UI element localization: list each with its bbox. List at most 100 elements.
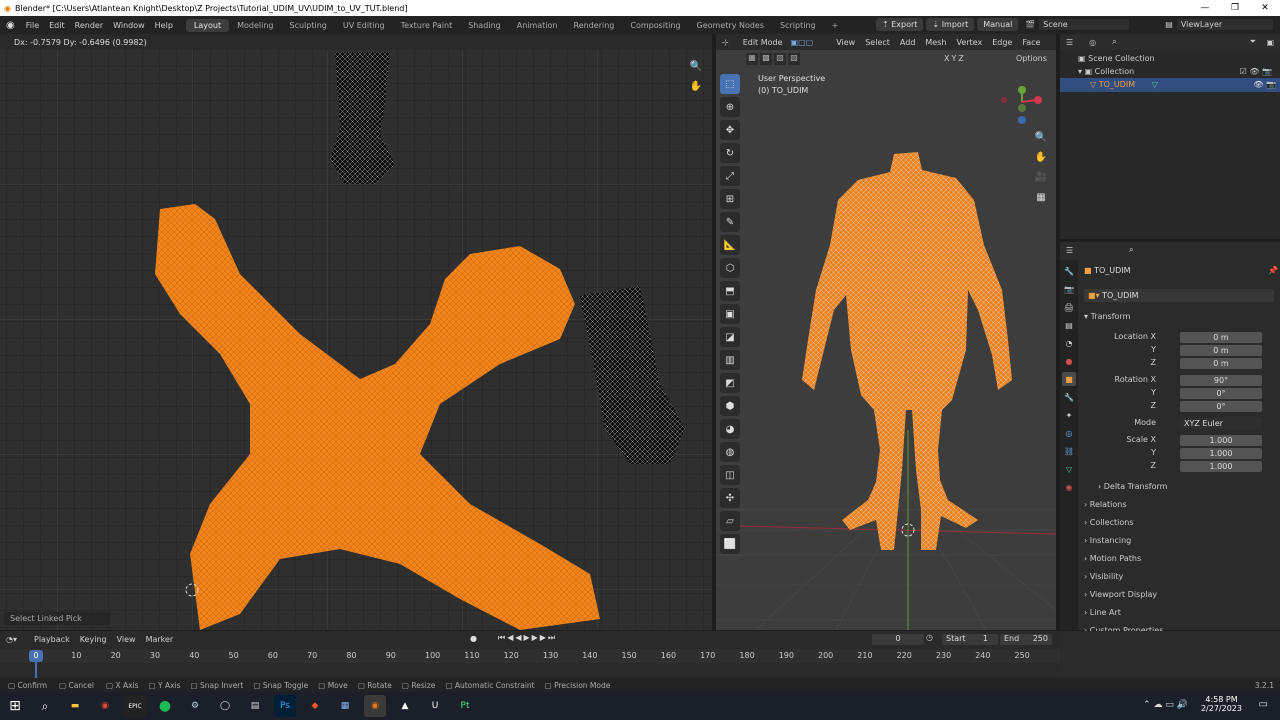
transform-pivot-icons[interactable]: ▦ ▩ ▨ ▧ — [746, 53, 800, 65]
brave-icon[interactable]: ◆ — [304, 695, 326, 717]
render-tab-icon[interactable]: 📷 — [1062, 282, 1076, 296]
playhead[interactable]: 0 — [29, 650, 43, 662]
tab-compositing[interactable]: Compositing — [622, 19, 688, 32]
frame-ruler[interactable]: 0 10 20 30 40 50 60 70 80 90 100 110 120 130 140 150 160… — [0, 649, 1060, 663]
tab-rendering[interactable]: Rendering — [566, 19, 623, 32]
clock[interactable]: 4:58 PM 2/27/2023 — [1201, 695, 1242, 713]
spin-tool-icon[interactable]: ◕ — [720, 419, 740, 439]
select-mode-icons[interactable]: ▣▢▢ — [791, 38, 814, 47]
visibility-eye-icon[interactable]: ☑ 👁 📷 — [1240, 67, 1272, 76]
delta-transform-panel[interactable]: › Delta Transform — [1098, 482, 1167, 491]
unreal-icon[interactable]: U — [424, 695, 446, 717]
view-layer-tab-icon[interactable]: ▤ — [1062, 318, 1076, 332]
world-tab-icon[interactable]: ● — [1062, 354, 1076, 368]
filter-icon[interactable]: ⏷ — [1250, 37, 1256, 47]
rotation-y-field[interactable]: 0° — [1180, 388, 1262, 399]
location-y-field[interactable]: 0 m — [1180, 345, 1262, 356]
viewport-display-panel[interactable]: › Viewport Display — [1084, 590, 1157, 599]
poly-build-tool-icon[interactable]: ⬢ — [720, 396, 740, 416]
search-icon[interactable]: ⌕ — [1112, 37, 1116, 47]
windows-icon[interactable]: ⊞ — [4, 695, 26, 717]
object-visibility-icon[interactable]: 👁 📷 — [1253, 78, 1276, 92]
tab-modeling[interactable]: Modeling — [229, 19, 281, 32]
end-frame-field[interactable]: End 250 — [1000, 634, 1052, 645]
file-explorer-icon[interactable]: ▬ — [64, 695, 86, 717]
scale-tool-icon[interactable]: ⤢ — [720, 166, 740, 186]
uv-editor[interactable]: Dx: -0.7579 Dy: -0.6496 (0.9982) 🔍 ✋ Sel… — [0, 34, 712, 630]
mode-dropdown[interactable]: Edit Mode — [735, 38, 791, 47]
tab-sculpting[interactable]: Sculpting — [282, 19, 335, 32]
add-cube-tool-icon[interactable]: ⬡ — [720, 258, 740, 278]
pin-icon[interactable]: 📌 — [1268, 266, 1278, 275]
steam-icon[interactable]: ⚙ — [184, 695, 206, 717]
tab-layout[interactable]: Layout — [185, 18, 230, 32]
playback-controls[interactable]: ⏮◀◀▶▶▶⏭ — [498, 633, 557, 643]
tool-tab-icon[interactable]: 🔧 — [1062, 264, 1076, 278]
epic-icon[interactable]: EPIC — [124, 695, 146, 717]
current-frame-field[interactable]: 0 — [872, 634, 924, 645]
options-dropdown[interactable]: Options — [1016, 54, 1047, 63]
search-icon[interactable]: ⌕ — [34, 695, 56, 717]
photoshop-icon[interactable]: Ps — [274, 695, 296, 717]
start-frame-field[interactable]: Start 1 — [942, 634, 998, 645]
menu-edit[interactable]: Edit — [44, 21, 70, 30]
chrome-icon[interactable]: ◉ — [94, 695, 116, 717]
instancing-panel[interactable]: › Instancing — [1084, 536, 1131, 545]
props-search-icon[interactable]: ⌕ — [1129, 245, 1133, 255]
rotation-x-field[interactable]: 90° — [1180, 375, 1262, 386]
location-x-field[interactable]: 0 m — [1180, 332, 1262, 343]
transform-tool-icon[interactable]: ⊞ — [720, 189, 740, 209]
rip-tool-icon[interactable]: ⬜ — [720, 534, 740, 554]
vp-menu-edge[interactable]: Edge — [987, 38, 1017, 47]
scale-x-field[interactable]: 1.000 — [1180, 435, 1262, 446]
timeline-menu-marker[interactable]: Marker — [141, 635, 179, 644]
scene-tab-icon[interactable]: ◔ — [1062, 336, 1076, 350]
spotify-icon[interactable]: ● — [154, 695, 176, 717]
scene-name[interactable]: Scene — [1039, 19, 1130, 30]
cursor-tool-icon[interactable]: ⊕ — [720, 97, 740, 117]
material-tab-icon[interactable]: ◉ — [1062, 480, 1076, 494]
loop-cut-tool-icon[interactable]: ▥ — [720, 350, 740, 370]
navigation-gizmo[interactable] — [996, 84, 1046, 134]
timeline-menu-playback[interactable]: Playback — [29, 635, 75, 644]
constraints-tab-icon[interactable]: ⛓ — [1062, 444, 1076, 458]
select-box-tool-icon[interactable]: ⬚ — [720, 74, 740, 94]
particles-tab-icon[interactable]: ✦ — [1062, 408, 1076, 422]
rotation-mode-dropdown[interactable]: XYZ Euler — [1180, 418, 1262, 429]
calculator-icon[interactable]: ▦ — [334, 695, 356, 717]
vp-menu-vertex[interactable]: Vertex — [951, 38, 987, 47]
ortho-grid-icon[interactable]: ▦ — [1034, 190, 1048, 204]
add-workspace-button[interactable]: + — [824, 19, 847, 32]
rotate-tool-icon[interactable]: ↻ — [720, 143, 740, 163]
hand-pan-icon[interactable]: ✋ — [689, 79, 703, 93]
knife-tool-icon[interactable]: ◩ — [720, 373, 740, 393]
location-z-field[interactable]: 0 m — [1180, 358, 1262, 369]
shrink-tool-icon[interactable]: ✣ — [720, 488, 740, 508]
collections-panel[interactable]: › Collections — [1084, 518, 1134, 527]
modifier-tab-icon[interactable]: 🔧 — [1062, 390, 1076, 404]
display-mode-icon[interactable]: ◎ — [1089, 38, 1096, 47]
zoom-icon[interactable]: 🔍 — [1034, 130, 1048, 144]
scale-y-field[interactable]: 1.000 — [1180, 448, 1262, 459]
data-tab-icon[interactable]: ▽ — [1062, 462, 1076, 476]
viewlayer-name[interactable]: ViewLayer — [1176, 19, 1273, 30]
properties-editor-icon[interactable]: ☰ — [1066, 246, 1073, 255]
rotation-z-field[interactable]: 0° — [1180, 401, 1262, 412]
inkscape-icon[interactable]: ▲ — [394, 695, 416, 717]
timeline-menu-keying[interactable]: Keying — [75, 635, 112, 644]
editor-type-icon[interactable]: ⊹ — [716, 38, 735, 47]
object-row-selected[interactable]: ▽ TO_UDIM ▽ 👁 📷 — [1060, 78, 1280, 92]
menu-help[interactable]: Help — [150, 21, 178, 30]
blender-icon[interactable]: ◉ — [364, 695, 386, 717]
smooth-tool-icon[interactable]: ◍ — [720, 442, 740, 462]
tab-scripting[interactable]: Scripting — [772, 19, 824, 32]
edge-slide-tool-icon[interactable]: ◫ — [720, 465, 740, 485]
last-operator-panel[interactable]: Select Linked Pick — [4, 612, 110, 625]
close-window-button[interactable]: ✕ — [1250, 0, 1280, 16]
measure-tool-icon[interactable]: 📐 — [720, 235, 740, 255]
pt-icon[interactable]: Pt — [454, 695, 476, 717]
motion-paths-panel[interactable]: › Motion Paths — [1084, 554, 1141, 563]
export-button[interactable]: ⇡ Export — [876, 18, 924, 31]
tab-shading[interactable]: Shading — [460, 19, 509, 32]
output-tab-icon[interactable]: 🖨 — [1062, 300, 1076, 314]
